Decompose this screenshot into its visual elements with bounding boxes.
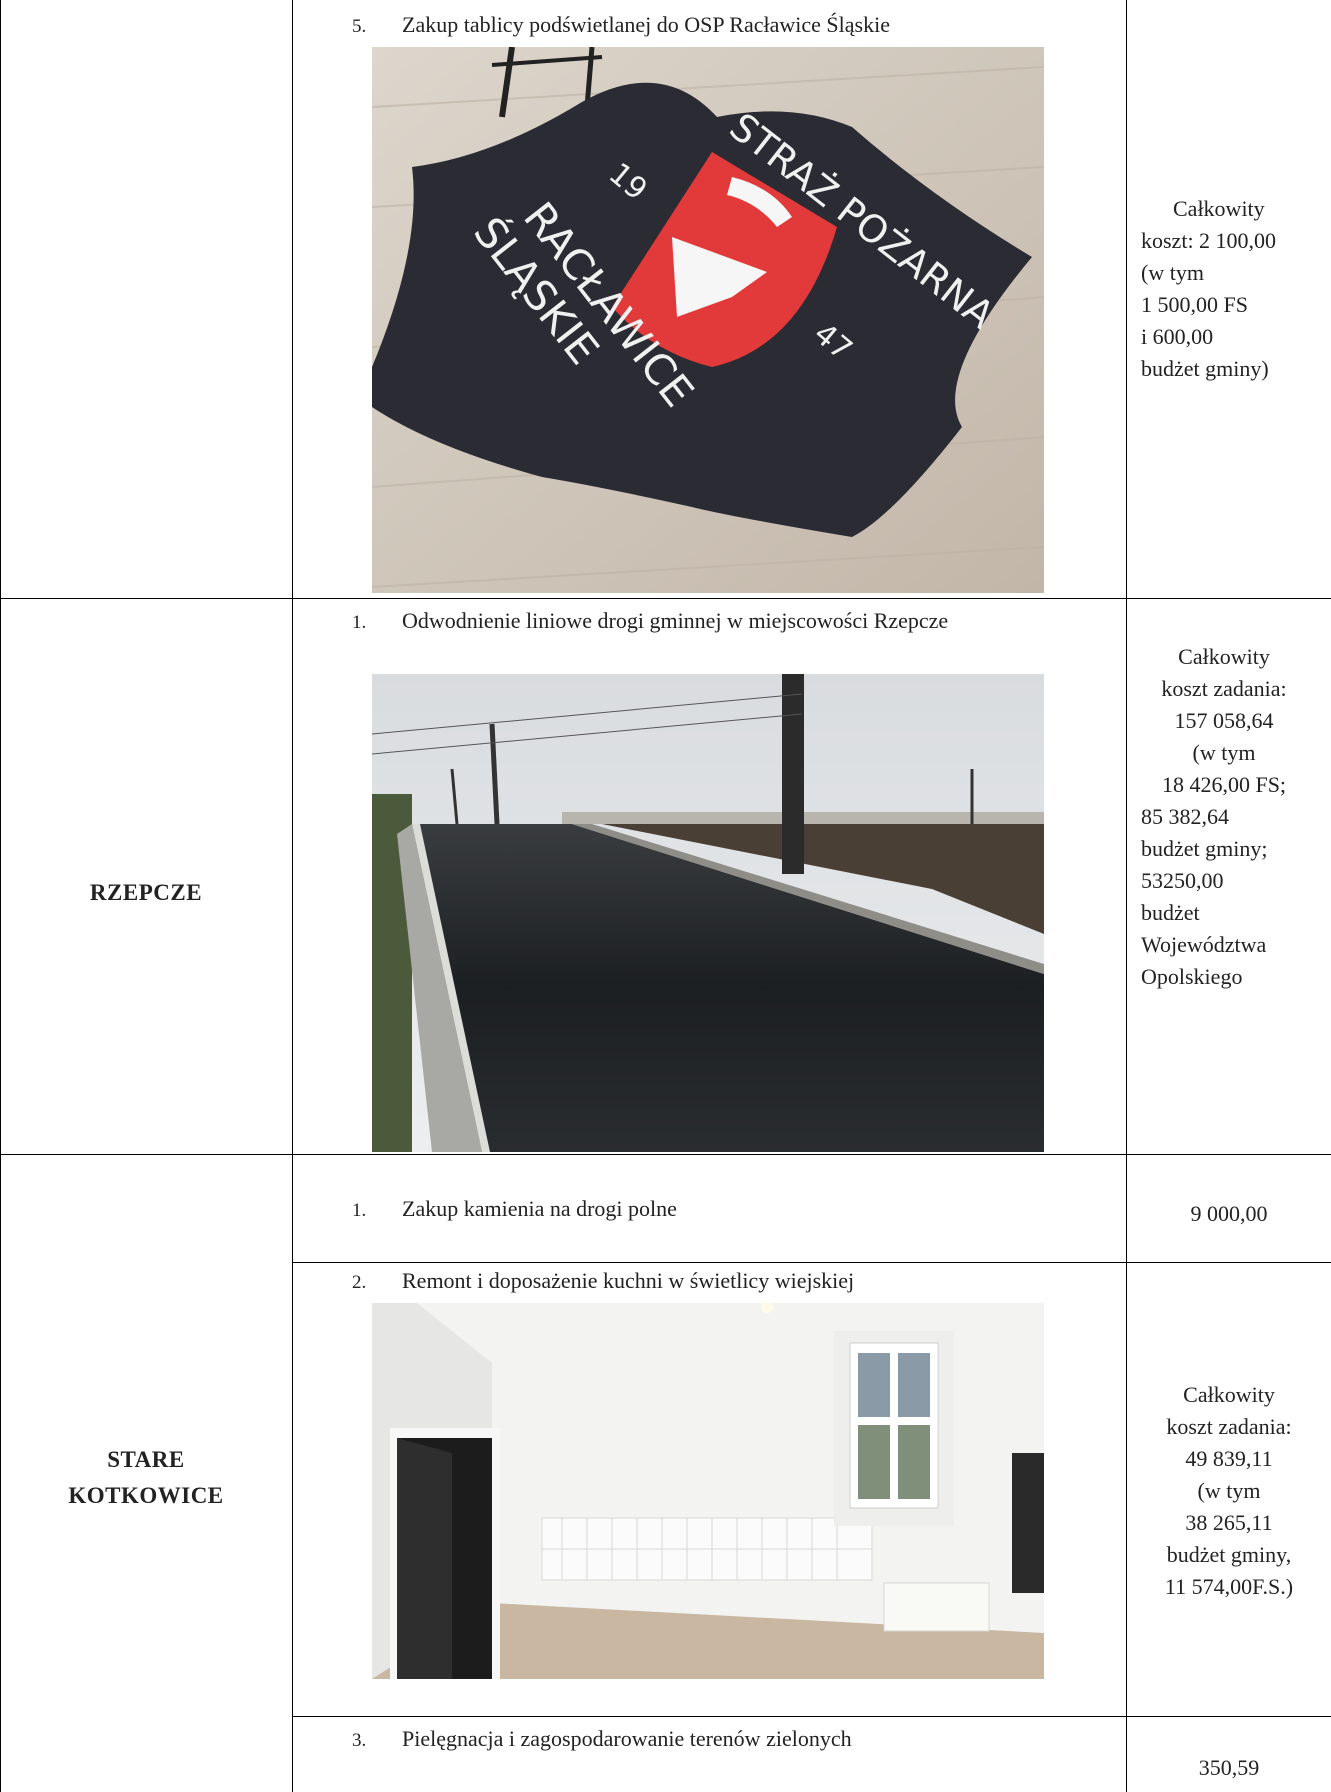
cost-line: (w tym <box>1197 1478 1261 1503</box>
task-number: 1. <box>352 612 367 633</box>
locality-name: STARE KOTKOWICE <box>68 1447 224 1508</box>
kitchen-photo <box>372 1303 1044 1679</box>
cost-line: 1 500,00 FS <box>1141 292 1248 317</box>
cost-line: Województwa <box>1141 932 1267 957</box>
cost-line: 38 265,11 <box>1185 1510 1273 1535</box>
cost-line: (w tym <box>1192 740 1256 765</box>
cost-cell: 9 000,00 <box>1127 1198 1331 1230</box>
kitchen-room-image <box>372 1303 1044 1679</box>
cost-cell: Całkowity koszt zadania: 49 839,11 (w ty… <box>1127 1379 1331 1603</box>
cost-cell: Całkowity koszt: 2 100,00 (w tym 1 500,0… <box>1141 193 1276 385</box>
subrow-border-2 <box>292 1716 1331 1717</box>
task-title: Pielęgnacja i zagospodarowanie terenów z… <box>402 1726 852 1751</box>
road-image <box>372 674 1044 1152</box>
cost-line: 157 058,64 <box>1174 708 1274 733</box>
task-number: 1. <box>352 1200 367 1221</box>
cost-line: i 600,00 <box>1141 324 1214 349</box>
row-border-2 <box>0 1154 1331 1155</box>
cost-line: 49 839,11 <box>1185 1446 1273 1471</box>
cost-line: 85 382,64 <box>1141 804 1229 829</box>
task-number: 2. <box>352 1272 367 1293</box>
task-item: 5. Zakup tablicy podświetlanej do OSP Rac… <box>352 12 890 38</box>
task-item: 2. Remont i doposażenie kuchni w świetlic… <box>352 1268 854 1294</box>
cost-line: Całkowity <box>1183 1382 1275 1407</box>
task-title: Odwodnienie liniowe drogi gminnej w miej… <box>402 608 949 633</box>
cost-cell: Całkowity koszt zadania: 157 058,64 (w t… <box>1133 641 1315 993</box>
cost-line: Całkowity <box>1178 644 1270 669</box>
row-border-1 <box>0 598 1331 599</box>
table-divider-1 <box>292 0 293 1792</box>
cost-line: Opolskiego <box>1141 964 1243 989</box>
cost-line: 350,59 <box>1198 1755 1260 1780</box>
cost-line: koszt zadania: <box>1166 1414 1292 1439</box>
locality-name: RZEPCZE <box>89 880 203 905</box>
cost-line: koszt: 2 100,00 <box>1141 228 1277 253</box>
task-number: 5. <box>352 16 367 37</box>
cost-line: 18 426,00 FS; <box>1161 772 1287 797</box>
cost-line: budżet gminy; <box>1141 836 1268 861</box>
task-item: 3. Pielęgnacja i zagospodarowanie terenów… <box>352 1726 852 1752</box>
sign-photo: STRAŻ POŻARNA RACŁAWICE ŚLĄSKIE 19 47 <box>372 47 1044 593</box>
task-title: Zakup kamienia na drogi polne <box>402 1196 677 1221</box>
task-title: Remont i doposażenie kuchni w świetlicy … <box>402 1268 855 1293</box>
cost-cell: 350,59 <box>1127 1752 1331 1784</box>
cost-line: Całkowity <box>1173 196 1265 221</box>
cost-line: budżet gminy) <box>1141 356 1269 381</box>
subrow-border-1 <box>292 1262 1331 1263</box>
cost-line: 9 000,00 <box>1190 1201 1268 1226</box>
cost-line: koszt zadania: <box>1161 676 1287 701</box>
task-number: 3. <box>352 1730 367 1751</box>
cost-line: 53250,00 <box>1141 868 1224 893</box>
cost-line: budżet <box>1141 900 1200 925</box>
illuminated-sign-image: STRAŻ POŻARNA RACŁAWICE ŚLĄSKIE 19 47 <box>372 47 1044 593</box>
task-item: 1. Zakup kamienia na drogi polne <box>352 1196 677 1222</box>
task-title: Zakup tablicy podświetlanej do OSP Racła… <box>402 12 890 37</box>
cost-line: (w tym <box>1141 260 1204 285</box>
cost-line: 11 574,00F.S.) <box>1164 1574 1294 1599</box>
task-item: 1. Odwodnienie liniowe drogi gminnej w mi… <box>352 608 948 634</box>
cost-line: budżet gminy, <box>1166 1542 1292 1567</box>
road-photo <box>372 674 1044 1152</box>
